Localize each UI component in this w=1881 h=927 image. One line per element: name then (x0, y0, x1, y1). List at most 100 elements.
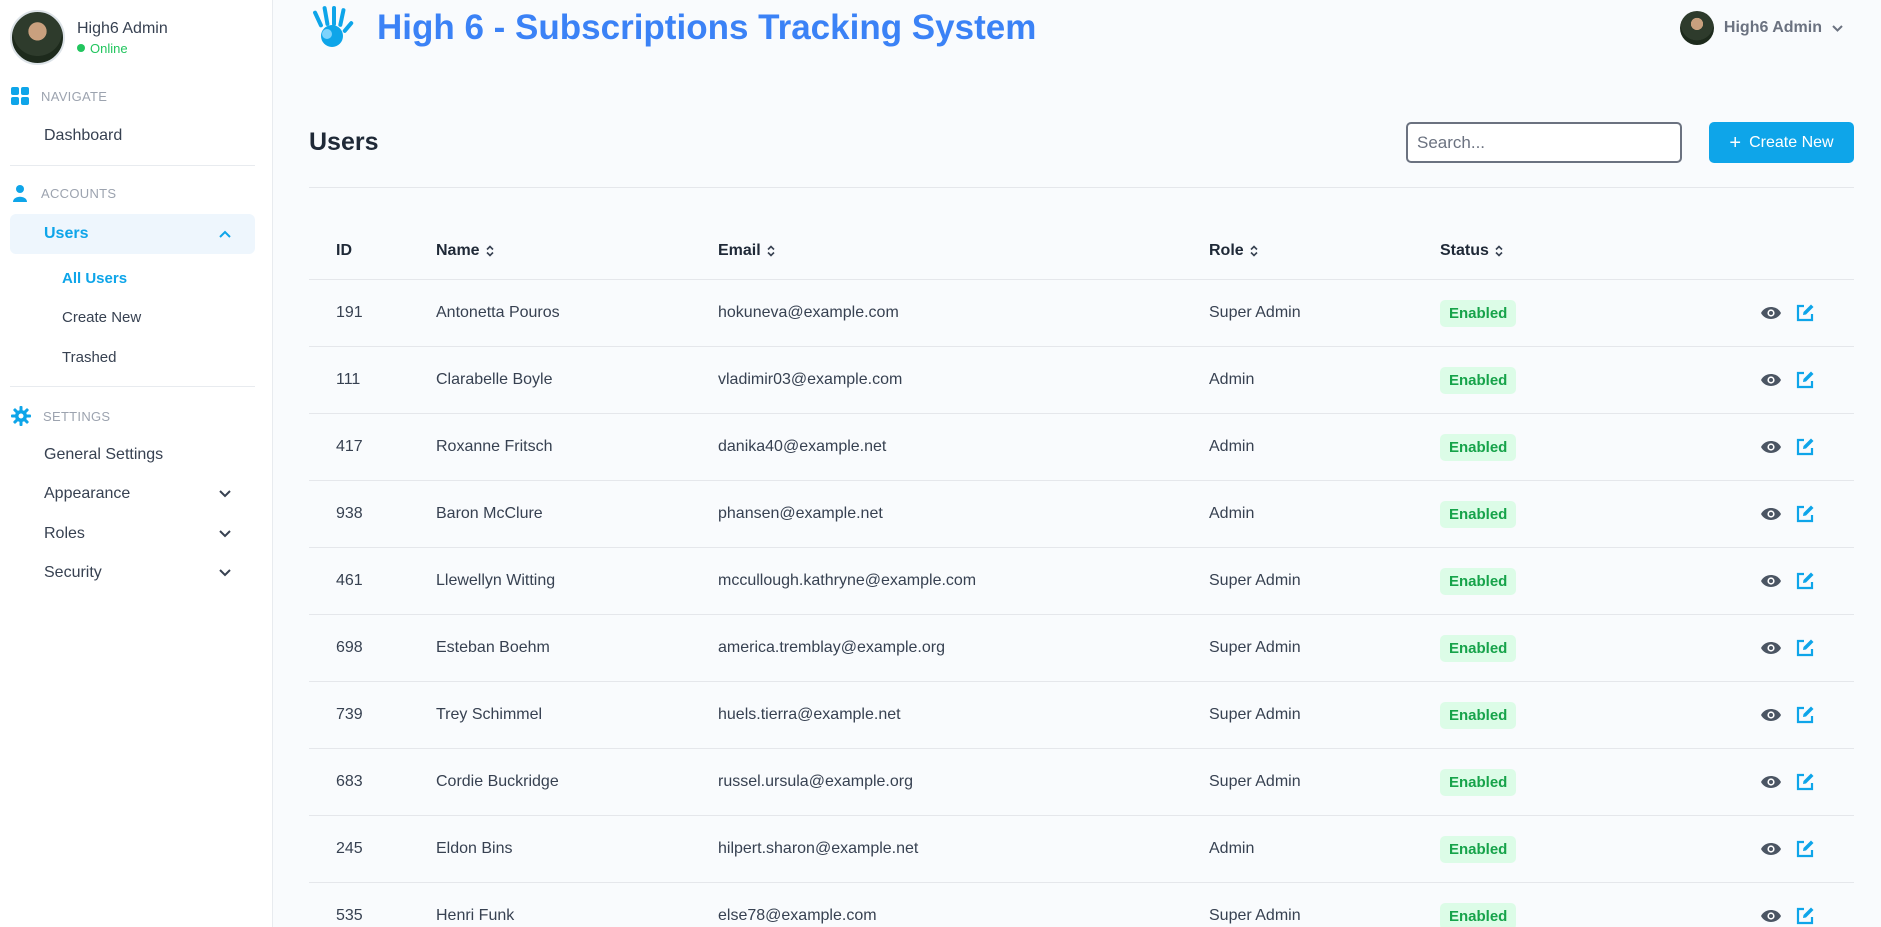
eye-icon[interactable] (1758, 300, 1784, 326)
chevron-down-icon (219, 530, 231, 538)
edit-icon[interactable] (1792, 903, 1818, 927)
user-menu-name: High6 Admin (1723, 19, 1822, 36)
edit-icon[interactable] (1792, 568, 1818, 594)
cell-role: Admin (1209, 505, 1255, 522)
edit-icon[interactable] (1792, 769, 1818, 795)
avatar (1679, 11, 1714, 45)
sort-icon[interactable] (1250, 244, 1258, 257)
profile-status-text: Online (90, 40, 128, 56)
sidebar-item-users[interactable]: Users (10, 214, 255, 254)
cell-email: russel.ursula@example.org (718, 773, 913, 790)
sidebar-item-appearance[interactable]: Appearance (10, 474, 255, 514)
chevron-down-icon (219, 490, 231, 498)
edit-icon[interactable] (1792, 434, 1818, 460)
eye-icon[interactable] (1758, 568, 1784, 594)
row-actions (1720, 702, 1854, 728)
sidebar-item-roles[interactable]: Roles (10, 514, 255, 554)
cell-name: Henri Funk (436, 907, 515, 924)
edit-icon[interactable] (1792, 300, 1818, 326)
search-input[interactable] (1406, 122, 1682, 163)
row-actions (1720, 501, 1854, 527)
profile-name: High6 Admin (77, 19, 168, 37)
status-badge: Enabled (1440, 500, 1517, 528)
table-row: 111 Clarabelle Boyle vladimir03@example.… (309, 347, 1854, 414)
sidebar-item-appearance-label: Appearance (44, 485, 131, 502)
sidebar-subitem-create-new[interactable]: Create New (62, 309, 141, 326)
sidebar-item-security[interactable]: Security (10, 553, 255, 593)
eye-icon[interactable] (1758, 702, 1784, 728)
cell-status: Enabled (1440, 299, 1720, 327)
eye-icon[interactable] (1758, 903, 1784, 927)
eye-icon[interactable] (1758, 501, 1784, 527)
cell-id: 535 (336, 907, 363, 924)
sidebar-item-general-settings[interactable]: General Settings (44, 446, 163, 464)
user-menu[interactable]: High6 Admin (1679, 11, 1843, 45)
table-row: 739 Trey Schimmel huels.tierra@example.n… (309, 682, 1854, 749)
cell-name: Roxanne Fritsch (436, 438, 553, 455)
cell-email: danika40@example.net (718, 438, 887, 455)
edit-icon[interactable] (1792, 702, 1818, 728)
edit-icon[interactable] (1792, 836, 1818, 862)
table-row: 191 Antonetta Pouros hokuneva@example.co… (309, 280, 1854, 347)
create-new-button[interactable]: + Create New (1709, 122, 1854, 163)
app-title: High 6 - Subscriptions Tracking System (377, 8, 1037, 47)
cell-name: Trey Schimmel (436, 706, 543, 723)
cell-status: Enabled (1440, 902, 1720, 927)
cell-status: Enabled (1440, 701, 1720, 729)
cell-name: Esteban Boehm (436, 639, 550, 656)
cell-role: Super Admin (1209, 304, 1301, 321)
cell-id: 739 (336, 706, 363, 723)
status-badge: Enabled (1440, 567, 1517, 595)
eye-icon[interactable] (1758, 836, 1784, 862)
edit-icon[interactable] (1792, 501, 1818, 527)
row-actions (1720, 300, 1854, 326)
eye-icon[interactable] (1758, 434, 1784, 460)
section-accounts: ACCOUNTS (11, 184, 116, 202)
row-actions (1720, 434, 1854, 460)
section-navigate: NAVIGATE (11, 87, 107, 105)
user-icon (13, 185, 27, 202)
cell-role: Super Admin (1209, 639, 1301, 656)
sidebar-item-users-label: Users (44, 225, 89, 242)
edit-icon[interactable] (1792, 367, 1818, 393)
sort-icon[interactable] (1495, 244, 1503, 257)
grid-icon (11, 87, 29, 105)
cell-id: 683 (336, 773, 363, 790)
chevron-down-icon (1832, 24, 1843, 32)
row-actions (1720, 769, 1854, 795)
cell-role: Super Admin (1209, 706, 1301, 723)
cell-name: Antonetta Pouros (436, 304, 560, 321)
sidebar-item-roles-label: Roles (44, 525, 85, 542)
cell-email: hokuneva@example.com (718, 304, 899, 321)
cell-name: Baron McClure (436, 505, 543, 522)
cell-name: Eldon Bins (436, 840, 513, 857)
table-row: 461 Llewellyn Witting mccullough.kathryn… (309, 548, 1854, 615)
cell-email: america.tremblay@example.org (718, 639, 945, 656)
sidebar-subitem-all-users[interactable]: All Users (62, 270, 127, 287)
eye-icon[interactable] (1758, 769, 1784, 795)
sidebar-divider (10, 165, 255, 166)
column-header-status[interactable]: Status (1440, 242, 1720, 260)
create-new-label: Create New (1749, 133, 1834, 151)
sidebar-profile: High6 Admin Online (10, 10, 168, 65)
cell-id: 698 (336, 639, 363, 656)
cell-name: Clarabelle Boyle (436, 371, 553, 388)
row-actions (1720, 568, 1854, 594)
column-header-email[interactable]: Email (718, 242, 1209, 260)
sidebar-subitem-trashed[interactable]: Trashed (62, 349, 116, 366)
table-row: 683 Cordie Buckridge russel.ursula@examp… (309, 749, 1854, 816)
section-navigate-label: NAVIGATE (41, 88, 108, 104)
column-header-name[interactable]: Name (436, 242, 718, 260)
status-badge: Enabled (1440, 701, 1517, 729)
sort-icon[interactable] (486, 244, 494, 257)
column-header-role[interactable]: Role (1209, 242, 1440, 260)
status-badge: Enabled (1440, 433, 1517, 461)
table-row: 535 Henri Funk else78@example.com Super … (309, 883, 1854, 927)
sidebar-item-dashboard[interactable]: Dashboard (44, 127, 122, 145)
eye-icon[interactable] (1758, 367, 1784, 393)
sort-icon[interactable] (767, 244, 775, 257)
avatar (10, 10, 65, 65)
eye-icon[interactable] (1758, 635, 1784, 661)
edit-icon[interactable] (1792, 635, 1818, 661)
status-badge: Enabled (1440, 299, 1517, 327)
